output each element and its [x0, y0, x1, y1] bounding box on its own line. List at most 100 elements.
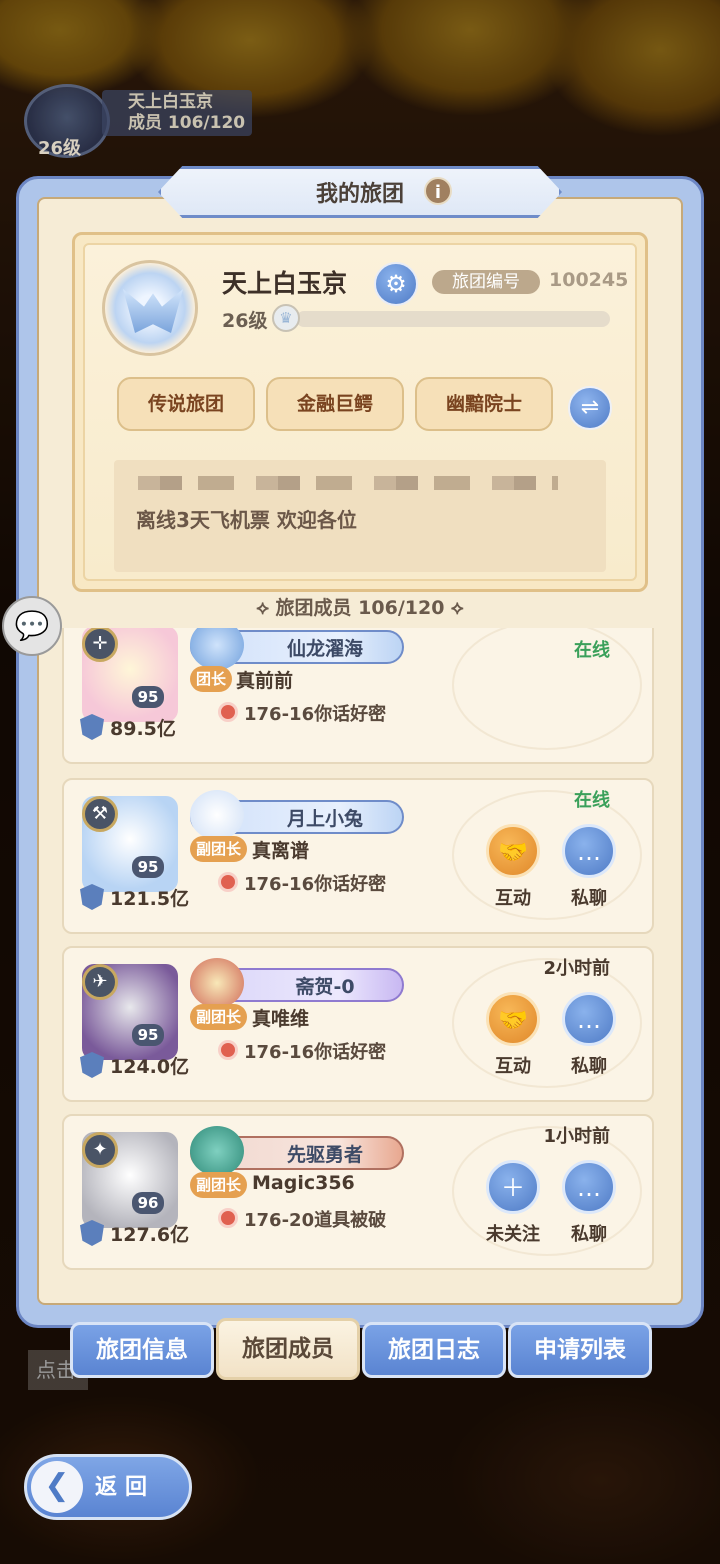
emblem-icon — [190, 958, 244, 1008]
member-power: 124.0亿 — [110, 1056, 190, 1078]
private-chat-button[interactable]: … — [562, 992, 616, 1046]
member-level: 96 — [132, 1192, 164, 1214]
guild-id: 100245 — [549, 269, 629, 291]
guild-header-members: 成员 106/120 — [128, 113, 246, 133]
guild-header-name: 天上白玉京 — [128, 92, 213, 112]
members-count-text: 旅团成员 106/120 — [275, 597, 445, 619]
handshake-icon: 🤝 — [498, 838, 528, 866]
back-button[interactable]: ❮ 返回 — [24, 1454, 192, 1520]
member-title: 月上小兔 — [286, 808, 363, 830]
crown-icon: ♛ — [272, 304, 300, 332]
tab-apply-list[interactable]: 申请列表 — [508, 1322, 652, 1378]
guild-tag-1[interactable]: 传说旅团 — [117, 377, 255, 431]
member-level: 95 — [132, 686, 164, 708]
guild-header-level: 26级 — [38, 138, 82, 159]
guild-level-progress-bar — [296, 311, 610, 327]
follow-button[interactable]: ＋ — [486, 1160, 540, 1214]
member-location: 176-16你话好密 — [244, 874, 387, 895]
guild-settings-button[interactable]: ⚙ — [374, 262, 418, 306]
guild-header-chip[interactable]: 天上白玉京 成员 106/120 26级 — [10, 82, 252, 162]
member-name: 真唯维 — [252, 1008, 310, 1030]
member-location: 176-20道具被破 — [244, 1210, 387, 1231]
member-role-badge: 副团长 — [190, 1004, 248, 1030]
location-pin-icon — [218, 1040, 238, 1060]
member-level: 95 — [132, 856, 164, 878]
blurred-text — [138, 476, 558, 490]
member-title: 仙龙濯海 — [286, 638, 363, 660]
member-power: 121.5亿 — [110, 888, 190, 910]
location-pin-icon — [218, 1208, 238, 1228]
member-card: ✈ 95 124.0亿 斋贺-0 副团长 真唯维 176-16你话好密 2小时前… — [62, 946, 654, 1102]
guild-header-info: 天上白玉京 成员 106/120 — [102, 90, 252, 136]
guild-tag-2[interactable]: 金融巨鳄 — [266, 377, 404, 431]
member-role-badge: 副团长 — [190, 836, 248, 862]
member-list[interactable]: ✛ 95 89.5亿 仙龙濯海 团长 真前前 176-16你话好密 在线 ⚒ 9… — [60, 628, 660, 1282]
guild-tag-3[interactable]: 幽黯院士 — [415, 377, 553, 431]
chat-bubble-icon: 💬 — [14, 609, 50, 642]
guild-emblem-large-icon — [102, 260, 198, 356]
follow-label: 未关注 — [486, 1224, 540, 1245]
member-status: 在线 — [574, 790, 610, 811]
chat-float-button[interactable]: 💬 — [2, 596, 62, 656]
tab-guild-members[interactable]: 旅团成员 — [216, 1318, 360, 1380]
guild-id-label: 旅团编号 — [432, 270, 540, 294]
shield-emblem-icon — [190, 1126, 244, 1176]
private-chat-button[interactable]: … — [562, 1160, 616, 1214]
handshake-icon: 🤝 — [498, 1006, 528, 1034]
shield-icon — [80, 714, 104, 740]
member-location: 176-16你话好密 — [244, 1042, 387, 1063]
shield-icon — [80, 1220, 104, 1246]
member-status: 1小时前 — [543, 1126, 610, 1147]
member-title: 先驱勇者 — [286, 1144, 363, 1166]
chat-bubble-icon: … — [577, 1006, 601, 1034]
shield-icon — [80, 1052, 104, 1078]
interact-label: 互动 — [495, 888, 531, 909]
private-chat-label: 私聊 — [571, 888, 607, 909]
chat-bubble-icon: … — [577, 1174, 601, 1202]
class-badge-icon: ✦ — [82, 1132, 118, 1168]
private-chat-label: 私聊 — [571, 1224, 607, 1245]
member-status: 在线 — [574, 640, 610, 661]
chat-bubble-icon: … — [577, 838, 601, 866]
location-pin-icon — [218, 702, 238, 722]
interact-button[interactable]: 🤝 — [486, 824, 540, 878]
member-power: 89.5亿 — [110, 718, 176, 740]
member-name: Magic356 — [252, 1172, 355, 1194]
guild-level: 26级 — [222, 310, 268, 332]
info-icon[interactable]: i — [424, 177, 452, 205]
interact-button[interactable]: 🤝 — [486, 992, 540, 1046]
location-pin-icon — [218, 872, 238, 892]
member-power: 127.6亿 — [110, 1224, 190, 1246]
swap-tags-button[interactable]: ⇌ — [568, 386, 612, 430]
class-badge-icon: ✈ — [82, 964, 118, 1000]
rabbit-icon — [190, 790, 244, 840]
member-level: 95 — [132, 1024, 164, 1046]
member-role-badge: 团长 — [190, 666, 233, 692]
panel-title: 我的旅团 — [315, 182, 404, 207]
class-badge-icon: ⚒ — [82, 796, 118, 832]
gear-icon: ⚙ — [385, 270, 407, 298]
member-card: ⚒ 95 121.5亿 月上小兔 副团长 真离谱 176-16你话好密 在线 🤝… — [62, 778, 654, 934]
back-arrow-icon: ❮ — [31, 1461, 83, 1513]
members-count-label: ⟡ 旅团成员 106/120 ⟡ — [256, 597, 464, 619]
shield-icon — [80, 884, 104, 910]
tab-guild-info[interactable]: 旅团信息 — [70, 1322, 214, 1378]
private-chat-button[interactable]: … — [562, 824, 616, 878]
guild-notice-text: 离线3天飞机票 欢迎各位 — [136, 508, 357, 532]
member-name: 真前前 — [236, 670, 294, 692]
member-status: 2小时前 — [543, 958, 610, 979]
add-user-icon: ＋ — [501, 1174, 525, 1202]
back-label: 返回 — [95, 1475, 156, 1500]
member-location: 176-16你话好密 — [244, 704, 387, 725]
member-title: 斋贺-0 — [295, 976, 355, 998]
tab-guild-log[interactable]: 旅团日志 — [362, 1322, 506, 1378]
member-card: ✛ 95 89.5亿 仙龙濯海 团长 真前前 176-16你话好密 在线 — [62, 628, 654, 764]
member-card: ✦ 96 127.6亿 先驱勇者 副团长 Magic356 176-20道具被破… — [62, 1114, 654, 1270]
private-chat-label: 私聊 — [571, 1056, 607, 1077]
guild-notice: 离线3天飞机票 欢迎各位 — [114, 460, 606, 572]
interact-label: 互动 — [495, 1056, 531, 1077]
guild-name: 天上白玉京 — [222, 269, 348, 298]
member-role-badge: 副团长 — [190, 1172, 248, 1198]
swap-arrows-icon: ⇌ — [580, 395, 600, 420]
member-name: 真离谱 — [252, 840, 310, 862]
